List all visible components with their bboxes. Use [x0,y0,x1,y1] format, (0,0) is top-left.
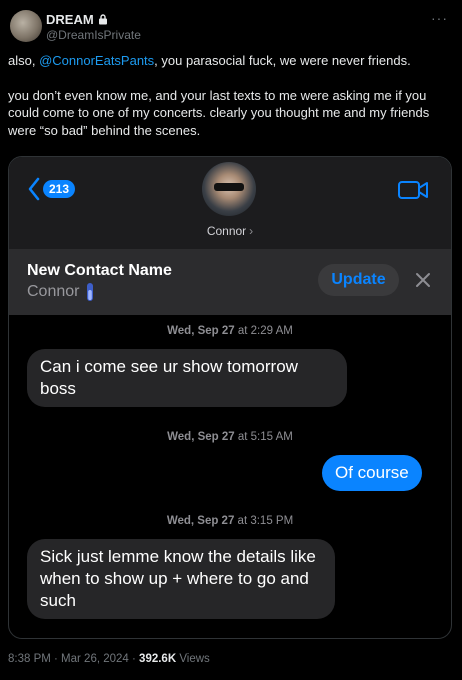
messages-header: 213 Connor › [9,157,451,249]
views-label: Views [176,653,210,665]
message-bubble-outgoing[interactable]: Of course [322,455,422,491]
update-button[interactable]: Update [318,264,399,296]
timestamp-time: at 2:29 AM [234,325,293,337]
contact-avatar[interactable] [202,162,256,216]
views-count[interactable]: 392.6K [139,653,176,665]
banner-subtitle: Connor [27,282,95,302]
contact-name[interactable]: Connor › [9,224,451,238]
message-bubble-incoming[interactable]: Sick just lemme know the details like wh… [27,539,335,619]
more-options-icon[interactable]: ··· [431,10,448,26]
tweet-text-prefix: also, [8,53,40,68]
banner-subtitle-text: Connor [27,283,80,300]
back-button[interactable]: 213 [27,177,76,201]
timestamp-time: at 5:15 AM [234,431,293,443]
contact-name-text: Connor [206,224,247,238]
message-bubble-incoming[interactable]: Can i come see ur show tomorrow boss [27,349,347,407]
user-handle[interactable]: @DreamIsPrivate [46,28,141,42]
tweet-paragraph-2: you don’t even know me, and your last te… [8,87,430,138]
close-icon[interactable] [415,272,431,288]
chevron-left-icon [28,177,40,201]
timestamp-day: Wed, Sep 27 [166,515,235,527]
timestamp-time: at 3:15 PM [234,515,294,527]
lock-icon [98,14,107,25]
mention-link[interactable]: @ConnorEatsPants [39,53,154,68]
tweet-paragraph-1: also, @ConnorEatsPants, you parasocial f… [8,52,452,70]
timestamp-day: Wed, Sep 27 [167,431,235,443]
unread-count-badge: 213 [43,180,76,198]
tweet-text: also, @ConnorEatsPants, you parasocial f… [8,52,452,156]
sunglasses-graphic [214,183,244,191]
tweet-footer: 8:38 PM · Mar 26, 2024 · 392.6K Views [8,653,210,665]
video-call-icon[interactable] [397,179,429,201]
display-name[interactable]: DREAM [46,12,108,27]
timestamp-day: Wed, Sep 27 [167,325,235,337]
avatar[interactable] [10,10,42,42]
test-tube-icon [87,283,94,301]
attached-screenshot[interactable]: 213 Connor › New Contact Name Connor Upd… [8,156,452,639]
display-name-text[interactable]: DREAM [46,12,94,27]
tweet-timestamp[interactable]: 8:38 PM · Mar 26, 2024 · [8,653,139,665]
message-timestamp: Wed, Sep 27 at 2:29 AM [9,325,451,337]
tweet-text-suffix: , you parasocial fuck, we were never fri… [154,53,411,68]
chevron-right-icon: › [249,224,254,238]
banner-title: New Contact Name [27,262,172,279]
tweet: DREAM @DreamIsPrivate ··· also, @ConnorE… [0,0,462,680]
contact-update-banner: New Contact Name Connor Update [9,249,451,315]
message-timestamp: Wed, Sep 27 at 3:15 PM [9,515,451,527]
message-timestamp: Wed, Sep 27 at 5:15 AM [9,431,451,443]
